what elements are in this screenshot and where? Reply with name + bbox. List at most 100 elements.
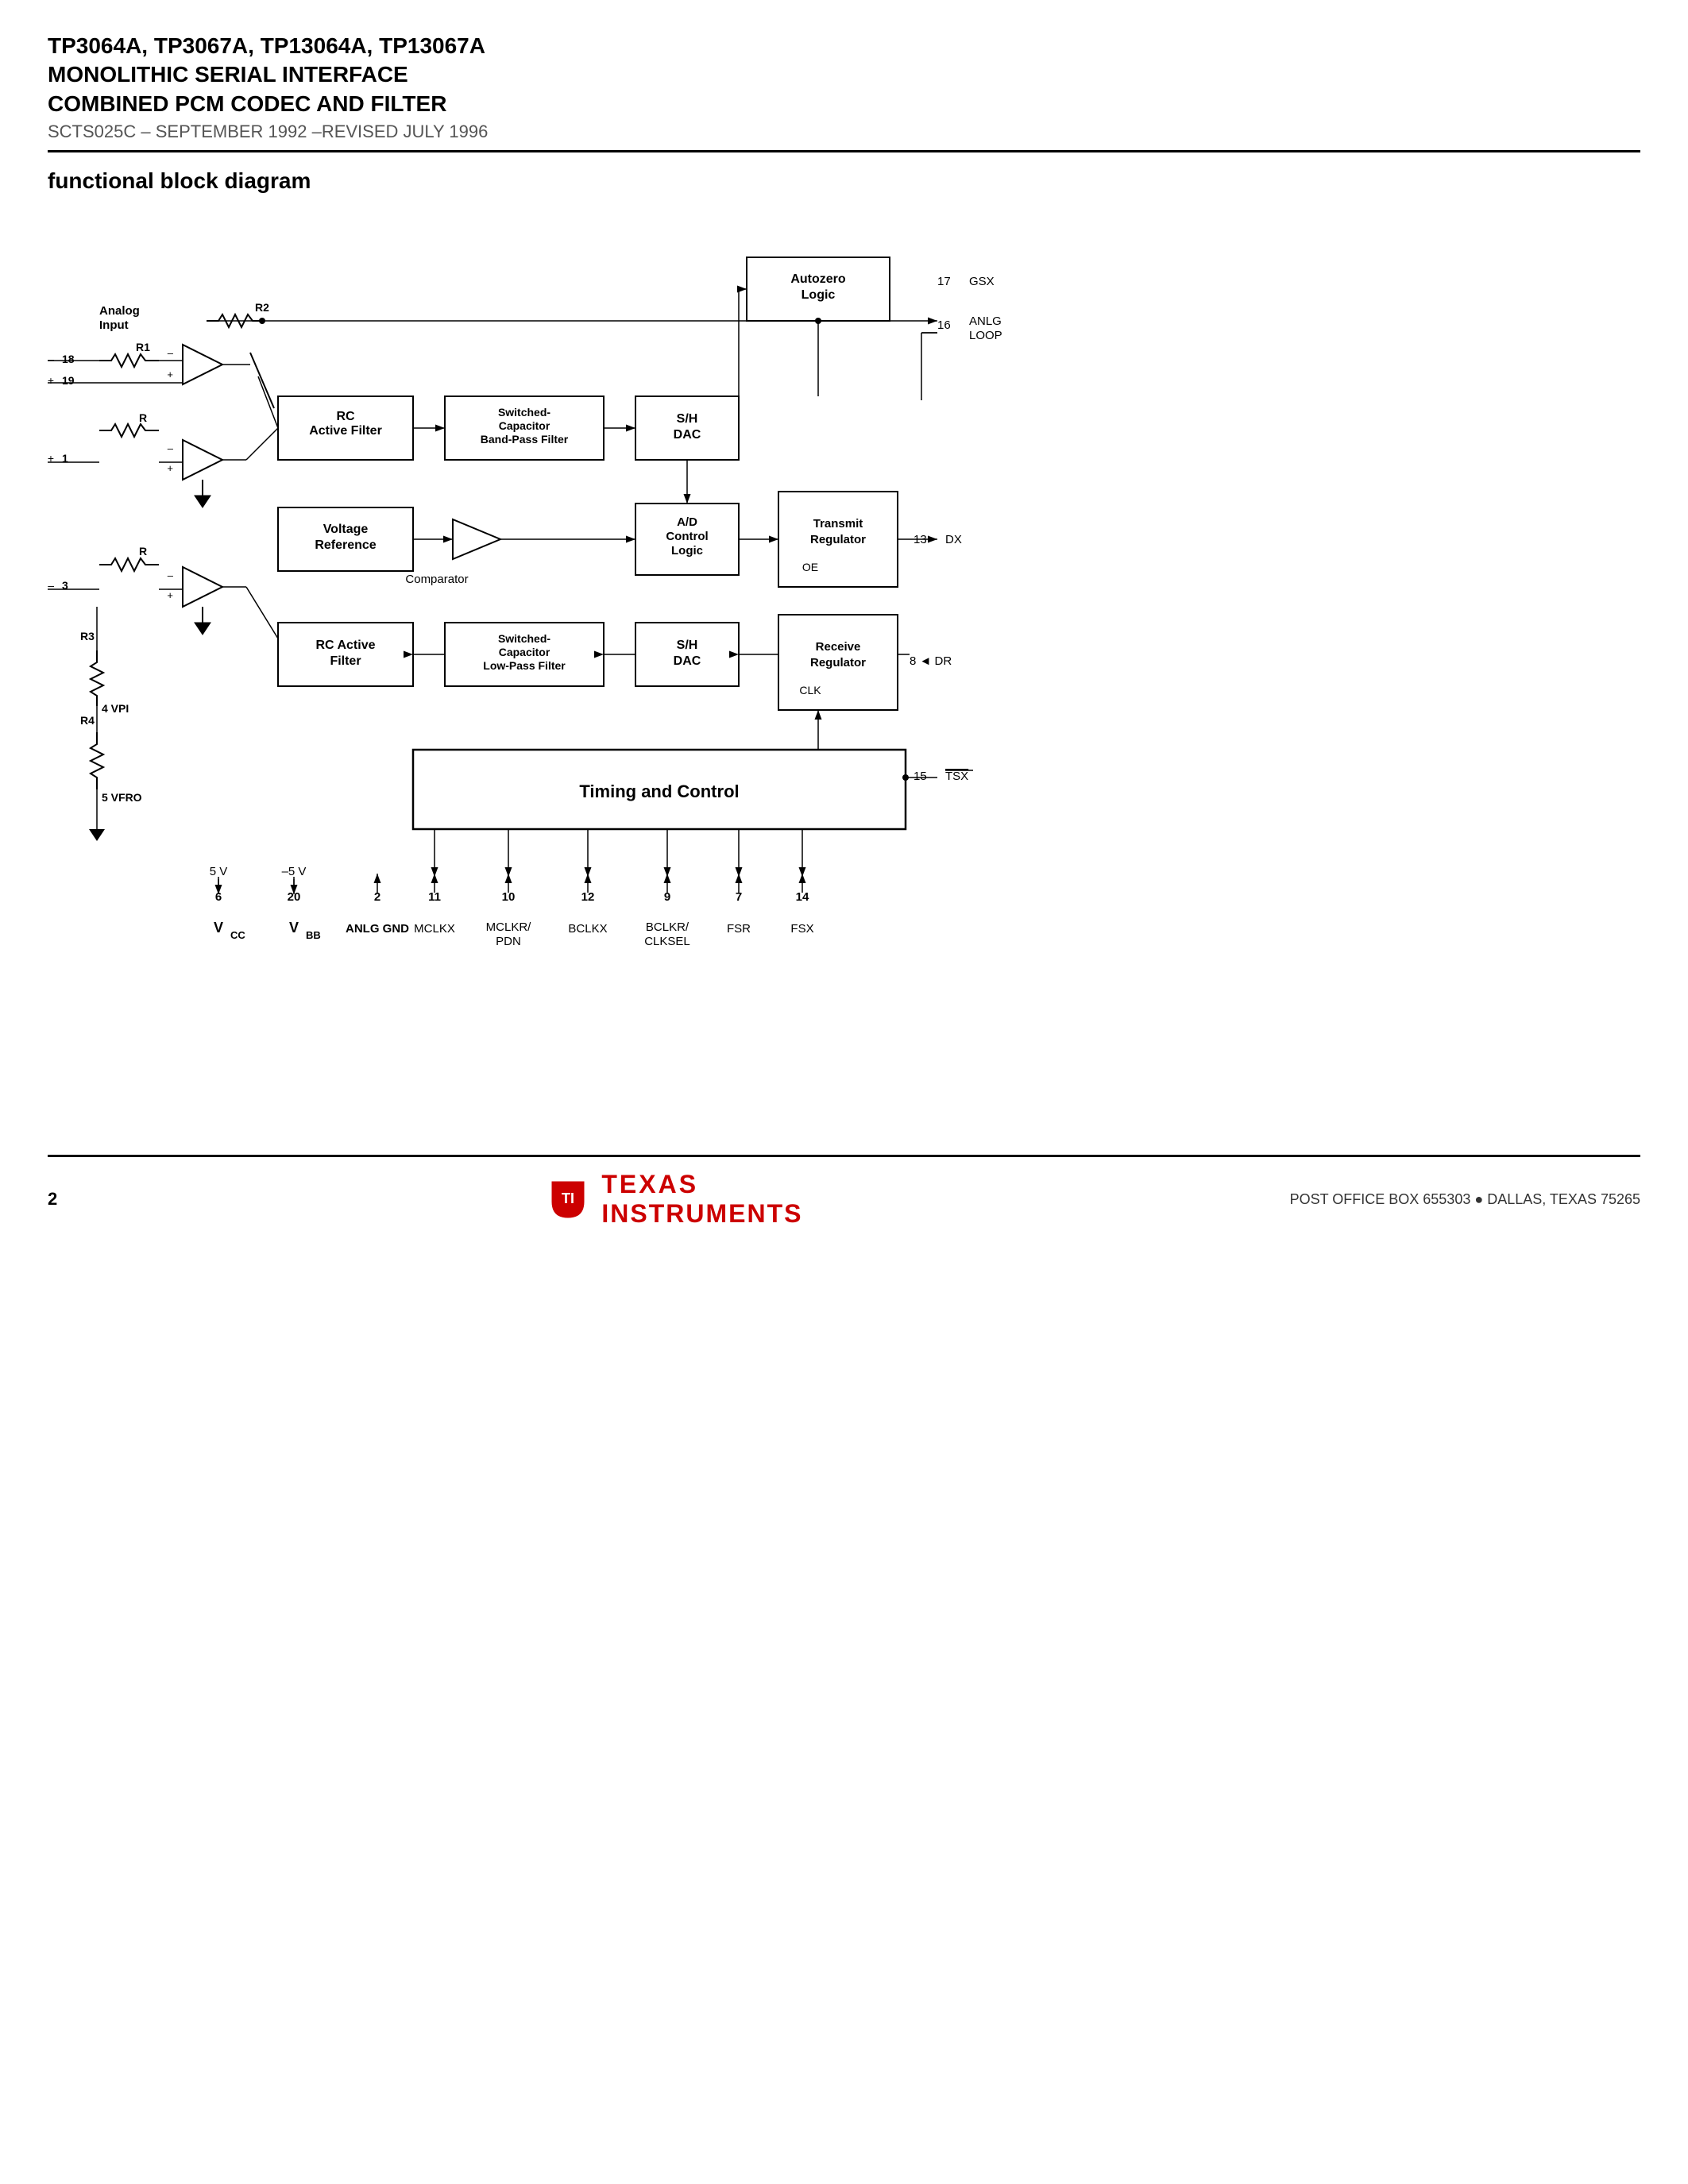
footer-page: 2 <box>48 1189 57 1210</box>
footer-content: 2 TI TEXAS INSTRUMENTS POST OFFICE BOX 6… <box>48 1170 1640 1229</box>
vbb-label: V <box>289 920 299 936</box>
receive-reg-label1: Receive <box>816 640 861 654</box>
sh-dac-top-label1: S/H <box>677 412 698 426</box>
vbb-voltage-label: –5 V <box>282 865 307 878</box>
vcc-label: V <box>214 920 223 936</box>
switched-cap-bp-label1: Switched- <box>498 406 550 419</box>
vcc-sub-label: CC <box>230 929 245 941</box>
r4-label: R4 <box>80 714 95 727</box>
pin15-label: 15 <box>914 770 927 783</box>
anlg-loop-label1: ANLG <box>969 314 1002 328</box>
ad-control-label2: Control <box>666 530 708 543</box>
opamp-mid-plus: + <box>167 462 173 474</box>
ad-control-label3: Logic <box>671 544 703 558</box>
transmit-reg-label1: Transmit <box>813 517 863 531</box>
rc-active-bot-label2: Filter <box>330 654 361 668</box>
opamp-bot-to-rc-bot <box>246 587 278 639</box>
ti-logo-text: TEXAS <box>601 1170 802 1199</box>
timing-control-label: Timing and Control <box>579 781 739 801</box>
sh-dac-bot-label1: S/H <box>677 639 698 652</box>
pin18-label: 18 <box>62 353 75 365</box>
opamp-top-minus: – <box>168 347 174 359</box>
anlg-loop-label2: LOOP <box>969 329 1002 342</box>
pin4-label: 4 VPI <box>102 702 129 715</box>
mclkr-label: MCLKR/ <box>486 920 532 934</box>
pin5-label: 5 VFRO <box>102 791 142 804</box>
autozero-logic-label: Autozero <box>790 272 846 286</box>
receive-reg-label2: Regulator <box>810 656 866 669</box>
vfxi-plus-label: VFXI+ <box>48 374 54 387</box>
r-top-label: R <box>139 411 147 424</box>
voltage-ref-label2: Reference <box>315 538 376 552</box>
pin17-label: 17 <box>937 275 951 288</box>
header-title: TP3064A, TP3067A, TP13064A, TP13067A MON… <box>48 32 1640 118</box>
junction-az <box>815 318 821 324</box>
bclkr-label: BCLKR/ <box>646 920 689 934</box>
ground-bot <box>195 623 211 635</box>
autozero-logic-label2: Logic <box>802 288 836 302</box>
analog-input-label: Analog <box>99 304 140 318</box>
footer-logo: TI TEXAS INSTRUMENTS <box>544 1170 802 1229</box>
opamp-bot-minus: – <box>168 569 174 581</box>
transmit-reg-label2: Regulator <box>810 533 866 546</box>
switched-cap-lp-label3: Low-Pass Filter <box>483 659 566 672</box>
pin16-label: 16 <box>937 318 951 332</box>
tsx-junction <box>902 774 909 781</box>
voltage-ref-label1: Voltage <box>323 523 369 536</box>
opamp-top-plus: + <box>167 369 173 380</box>
diagram-container: Autozero Logic RC Active Filter Switched… <box>48 210 1620 1123</box>
pin8-label: 8 ◄ DR <box>910 654 952 668</box>
gsx-label: GSX <box>969 275 995 288</box>
comparator-symbol <box>453 519 500 559</box>
clksel-label: CLKSEL <box>644 935 690 948</box>
header-rule <box>48 150 1640 152</box>
r3-label: R3 <box>80 630 95 642</box>
oe-label: OE <box>802 561 818 573</box>
pdn-label: PDN <box>496 935 521 948</box>
block-diagram-svg: Autozero Logic RC Active Filter Switched… <box>48 210 1620 1123</box>
clk-label: CLK <box>799 684 821 696</box>
anlg-gnd-label: ANLG GND <box>346 922 409 936</box>
vbb-sub-label: BB <box>306 929 321 941</box>
switched-cap-bp-label2: Capacitor <box>499 419 550 432</box>
opamp-top <box>183 345 222 384</box>
r2-label: R2 <box>255 301 269 314</box>
tsx-label: TSX <box>945 770 968 783</box>
ti-logo-text2: INSTRUMENTS <box>601 1199 802 1229</box>
to-rc-active-top <box>258 376 278 428</box>
switched-cap-lp-label1: Switched- <box>498 632 550 645</box>
r1-resistor <box>99 354 159 367</box>
vcc-voltage-label: 5 V <box>210 865 228 878</box>
comparator-label: Comparator <box>405 573 468 586</box>
rc-active-label1: RC <box>336 410 355 423</box>
svg-text:TI: TI <box>562 1190 574 1206</box>
analog-input-label2: Input <box>99 318 129 332</box>
opamp-mid-minus: – <box>168 442 174 454</box>
opamp-bot-plus: + <box>167 589 173 601</box>
r4-resistor <box>91 732 103 789</box>
pin19-label: 19 <box>62 374 75 387</box>
diagonal-slash <box>250 353 274 408</box>
opamp-mid-to-rc2 <box>246 428 278 460</box>
footer-rule <box>48 1155 1640 1157</box>
opamp-bot <box>183 567 222 607</box>
vfxi-minus-label: VFXI– <box>48 353 54 365</box>
switched-cap-lp-label2: Capacitor <box>499 646 550 658</box>
switched-cap-bp-label3: Band-Pass Filter <box>481 433 569 446</box>
dx-label: DX <box>945 533 962 546</box>
opamp-mid <box>183 440 222 480</box>
r-top-resistor <box>99 424 159 437</box>
r1-label: R1 <box>136 341 150 353</box>
section-title: functional block diagram <box>48 168 1640 194</box>
header-subtitle: SCTS025C – SEPTEMBER 1992 –REVISED JULY … <box>48 122 1640 142</box>
footer-address: POST OFFICE BOX 655303 ● DALLAS, TEXAS 7… <box>1290 1191 1640 1208</box>
sh-dac-bot-label2: DAC <box>674 654 701 668</box>
ground-r4 <box>89 829 105 841</box>
r-bot-resistor <box>99 558 159 571</box>
header: TP3064A, TP3067A, TP13064A, TP13067A MON… <box>48 32 1640 152</box>
texas-instruments-logo: TI TEXAS INSTRUMENTS <box>544 1170 802 1229</box>
bclkx-label: BCLKX <box>568 922 607 936</box>
ad-control-label1: A/D <box>677 515 697 529</box>
ti-logo-icon: TI <box>544 1178 592 1221</box>
fsx-label: FSX <box>790 922 813 936</box>
